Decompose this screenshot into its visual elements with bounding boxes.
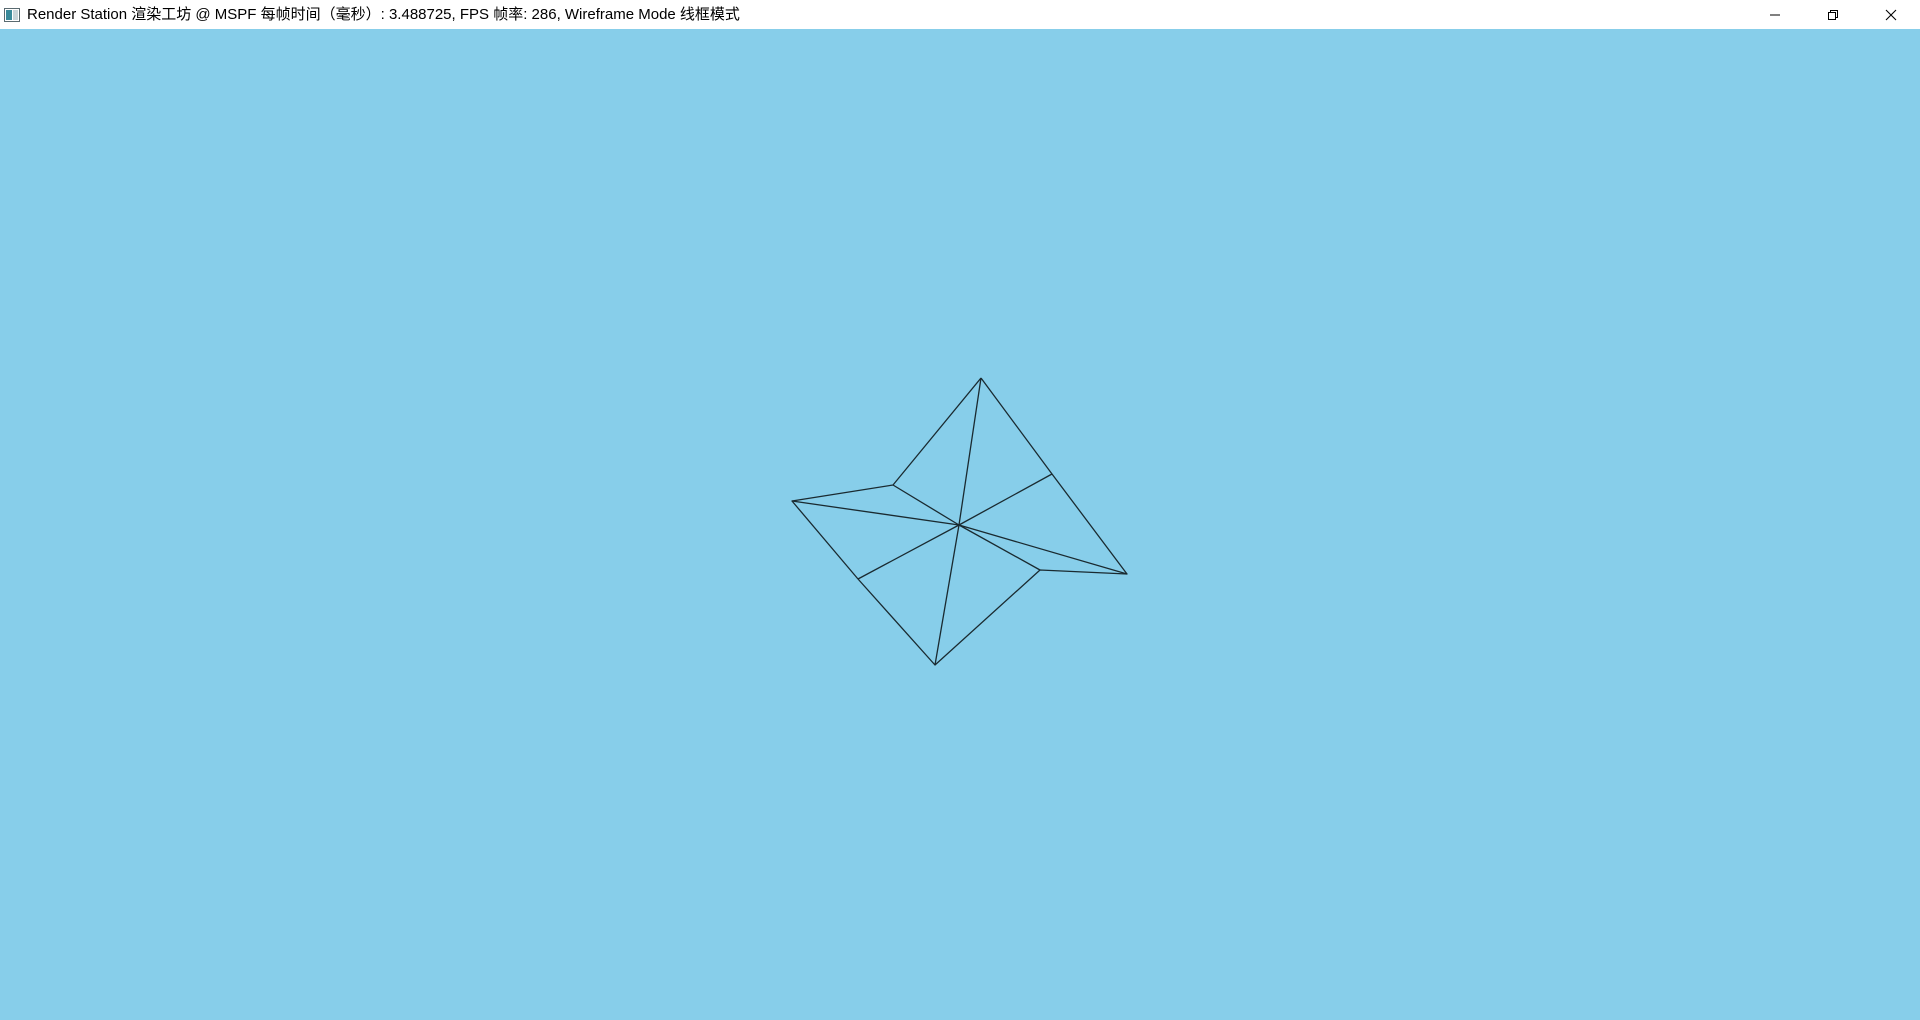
- wireframe-edge: [958, 524, 1128, 575]
- restore-icon: [1828, 9, 1838, 20]
- wireframe-edge: [958, 524, 1041, 571]
- wireframe-edge: [958, 473, 1053, 526]
- window-title: Render Station 渲染工坊 @ MSPF 每帧时间（毫秒）: 3.4…: [27, 6, 740, 23]
- window-controls: [1746, 0, 1920, 29]
- wireframe-edge: [857, 524, 960, 580]
- app-icon[interactable]: [4, 7, 20, 23]
- app-window: Render Station 渲染工坊 @ MSPF 每帧时间（毫秒）: 3.4…: [0, 0, 1920, 1020]
- close-button[interactable]: [1862, 0, 1920, 29]
- wireframe-edge: [892, 484, 960, 526]
- wireframe-edge: [934, 524, 960, 666]
- minimize-button[interactable]: [1746, 0, 1804, 29]
- wireframe-edge: [791, 500, 960, 526]
- title-bar[interactable]: Render Station 渲染工坊 @ MSPF 每帧时间（毫秒）: 3.4…: [0, 0, 1920, 29]
- close-icon: [1885, 9, 1897, 20]
- restore-button[interactable]: [1804, 0, 1862, 29]
- render-viewport[interactable]: [0, 29, 1920, 1020]
- minimize-icon: [1770, 14, 1780, 15]
- wireframe-model: [791, 377, 1128, 666]
